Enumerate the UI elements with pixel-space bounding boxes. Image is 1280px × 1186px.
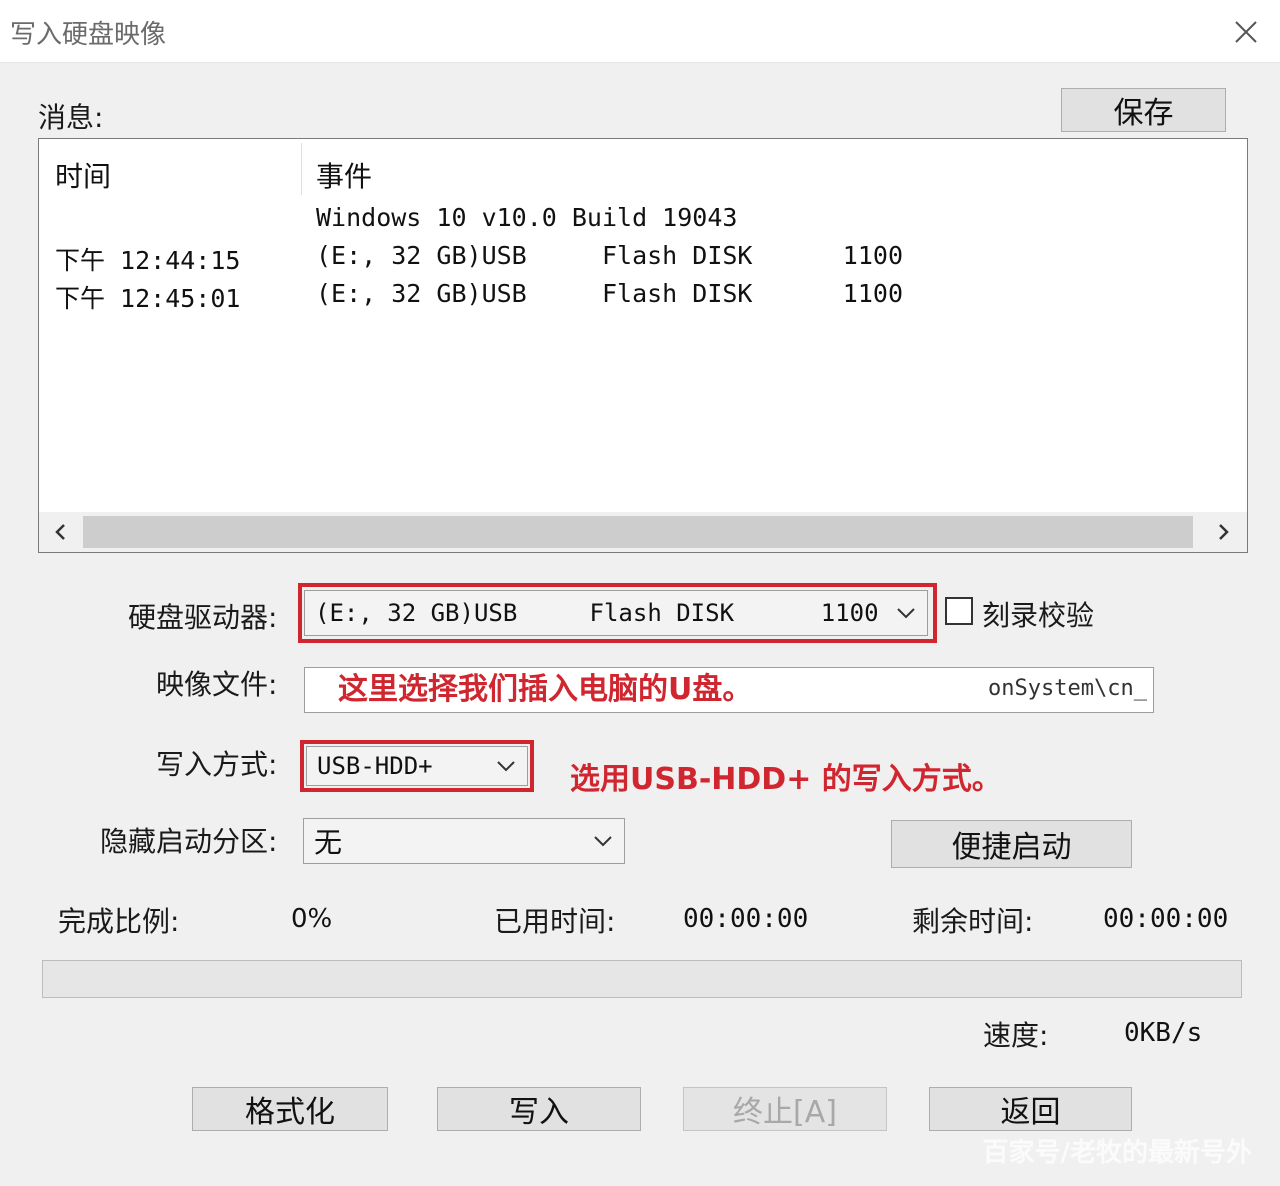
scrollbar-thumb[interactable] xyxy=(83,516,1193,548)
highlight-box xyxy=(298,583,937,643)
message-log[interactable]: 时间 事件 Windows 10 v10.0 Build 19043 下午 12… xyxy=(38,138,1248,553)
annotation-image-file: 这里选择我们插入电脑的U盘。 xyxy=(338,672,753,707)
verify-label: 刻录校验 xyxy=(982,599,1095,632)
column-separator[interactable] xyxy=(301,143,302,195)
remaining-value: 00:00:00 xyxy=(1103,904,1229,934)
hidden-partition-value: 无 xyxy=(314,826,343,859)
annotation-write-mode: 选用USB-HDD+ 的写入方式。 xyxy=(570,762,1002,797)
verify-checkbox[interactable] xyxy=(945,597,973,625)
drive-label: 硬盘驱动器: xyxy=(128,601,278,634)
chevron-down-icon xyxy=(594,836,612,847)
column-header-time[interactable]: 时间 xyxy=(55,155,111,195)
title-bar: 写入硬盘映像 xyxy=(0,0,1280,63)
log-event: (E:, 32 GB)USB Flash DISK 1100 xyxy=(316,241,903,270)
progress-bar xyxy=(42,960,1242,998)
horizontal-scrollbar[interactable] xyxy=(39,512,1247,552)
scroll-right-icon[interactable] xyxy=(1203,512,1243,552)
image-file-value: onSystem\cn_ xyxy=(988,676,1147,701)
watermark: 百家号/老牧的最新号外 xyxy=(982,1138,1253,1168)
save-button[interactable]: 保存 xyxy=(1061,88,1226,132)
log-event: (E:, 32 GB)USB Flash DISK 1100 xyxy=(316,279,903,308)
image-file-label: 映像文件: xyxy=(156,668,278,701)
log-event: Windows 10 v10.0 Build 19043 xyxy=(316,203,738,232)
progress-label: 完成比例: xyxy=(58,905,180,938)
highlight-box xyxy=(300,740,534,792)
hidden-partition-select[interactable]: 无 xyxy=(303,818,625,864)
column-header-event[interactable]: 事件 xyxy=(316,155,372,195)
format-button[interactable]: 格式化 xyxy=(192,1087,388,1131)
back-button[interactable]: 返回 xyxy=(929,1087,1132,1131)
messages-label: 消息: xyxy=(38,101,104,134)
close-icon[interactable] xyxy=(1226,12,1266,52)
scroll-left-icon[interactable] xyxy=(41,512,81,552)
progress-value: 0% xyxy=(291,904,333,934)
log-time: 下午 12:44:15 xyxy=(55,246,241,275)
log-time: 下午 12:45:01 xyxy=(55,284,241,313)
speed-label: 速度: xyxy=(983,1019,1049,1052)
write-mode-label: 写入方式: xyxy=(156,748,278,781)
quick-boot-button[interactable]: 便捷启动 xyxy=(891,820,1132,868)
hidden-partition-label: 隐藏启动分区: xyxy=(100,825,278,858)
stop-button[interactable]: 终止[A] xyxy=(683,1087,887,1131)
speed-value: 0KB/s xyxy=(1124,1018,1203,1048)
remaining-label: 剩余时间: xyxy=(912,905,1034,938)
window-title: 写入硬盘映像 xyxy=(10,20,167,50)
elapsed-label: 已用时间: xyxy=(494,905,616,938)
elapsed-value: 00:00:00 xyxy=(683,904,809,934)
write-button[interactable]: 写入 xyxy=(437,1087,641,1131)
